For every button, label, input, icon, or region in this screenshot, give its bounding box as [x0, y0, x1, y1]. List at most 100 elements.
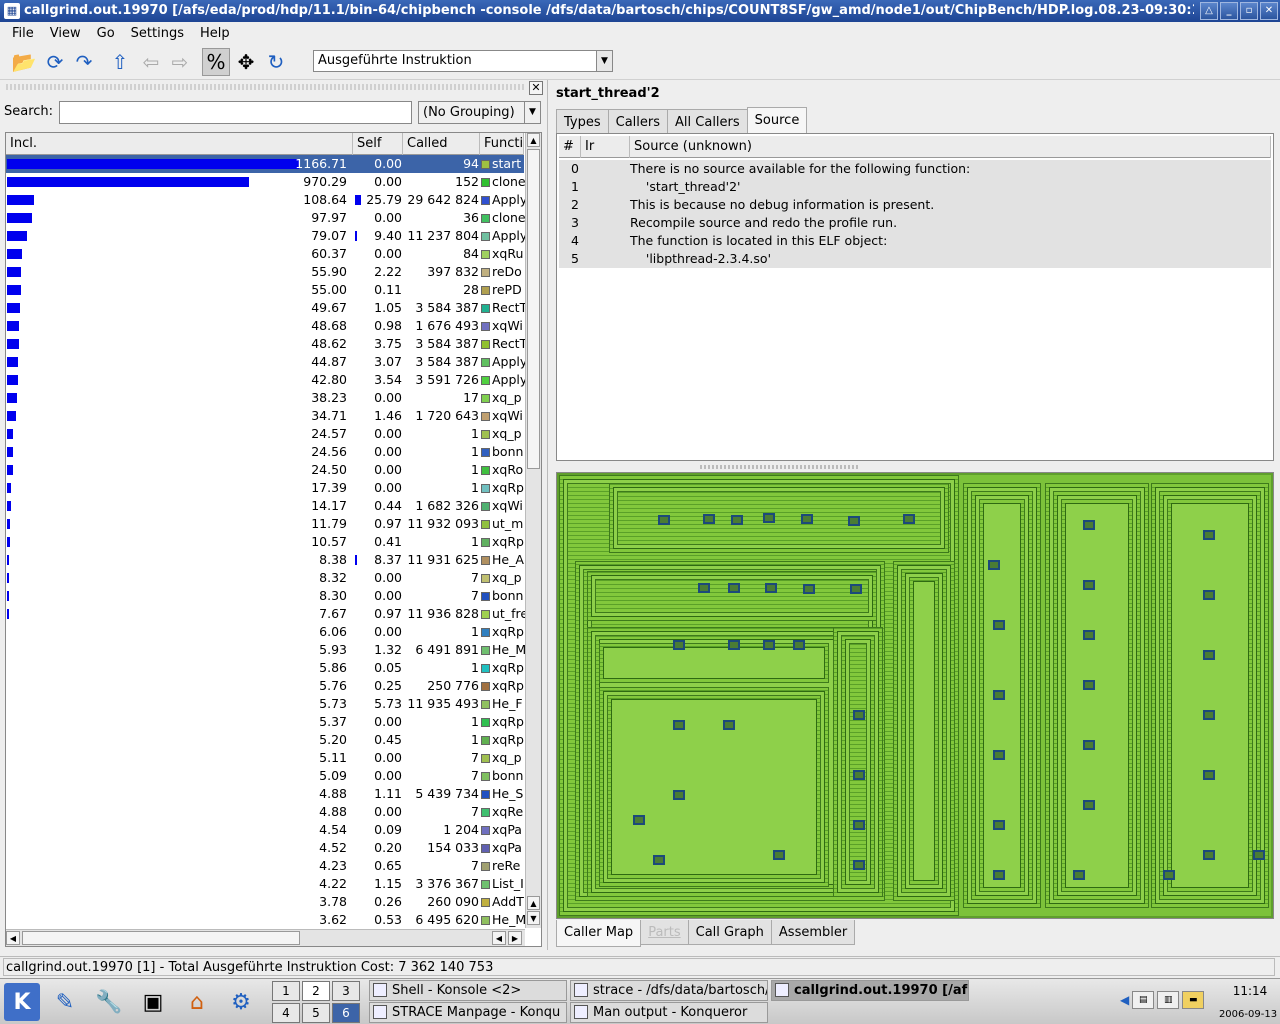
back-icon[interactable]: ⇦ [137, 48, 165, 76]
source-line[interactable]: 4 The function is located in this ELF obj… [559, 232, 1271, 250]
treemap-leaf[interactable] [773, 850, 785, 860]
table-row[interactable]: 10.57 0.41 1 xqRp [6, 533, 524, 551]
event-type-select[interactable]: Ausgeführte Instruktion ▼ [313, 50, 613, 72]
treemap-leaf[interactable] [853, 820, 865, 830]
table-row[interactable]: 8.30 0.00 7 bonn [6, 587, 524, 605]
table-row[interactable]: 5.37 0.00 1 xqRp [6, 713, 524, 731]
source-line[interactable]: 5 'libpthread-2.3.4.so' [559, 250, 1271, 268]
table-row[interactable]: 5.86 0.05 1 xqRp [6, 659, 524, 677]
table-row[interactable]: 24.57 0.00 1 xq_p [6, 425, 524, 443]
tab-all-callers[interactable]: All Callers [667, 109, 748, 134]
pen-icon[interactable]: ✎ [46, 983, 84, 1021]
table-row[interactable]: 79.07 9.40 11 237 804 Apply [6, 227, 525, 245]
minimize-button[interactable]: _ [1220, 2, 1238, 20]
forward-icon[interactable]: ⇨ [166, 48, 194, 76]
treemap-leaf[interactable] [723, 720, 735, 730]
treemap-leaf[interactable] [703, 514, 715, 524]
up-icon[interactable]: ⇧ [106, 48, 134, 76]
table-row[interactable]: 7.67 0.97 11 936 828 ut_fre [6, 605, 525, 623]
clipboard-icon[interactable]: ▤ [1132, 991, 1155, 1009]
table-row[interactable]: 1166.71 0.00 94 start [6, 155, 524, 173]
treemap-leaf[interactable] [1203, 770, 1215, 780]
menu-go[interactable]: Go [89, 26, 123, 41]
treemap-leaf[interactable] [1073, 870, 1085, 880]
dock-grip[interactable] [6, 84, 526, 90]
desktop-3[interactable]: 3 [332, 981, 360, 1001]
column-called[interactable]: Called [403, 133, 480, 155]
treemap-leaf[interactable] [853, 770, 865, 780]
table-row[interactable]: 6.06 0.00 1 xqRp [6, 623, 524, 641]
column-self[interactable]: Self [353, 133, 403, 155]
source-line[interactable]: 1 'start_thread'2' [559, 178, 1271, 196]
table-row[interactable]: 60.37 0.00 84 xqRu [6, 245, 524, 263]
scroll-thumb[interactable] [22, 931, 300, 945]
treemap-leaf[interactable] [1203, 850, 1215, 860]
treemap-leaf[interactable] [1253, 850, 1265, 860]
treemap-leaf[interactable] [853, 860, 865, 870]
table-row[interactable]: 24.50 0.00 1 xqRo [6, 461, 524, 479]
table-row[interactable]: 3.78 0.26 260 090 AddT [6, 893, 524, 911]
table-row[interactable]: 970.29 0.00 152 clone [6, 173, 525, 191]
menu-file[interactable]: File [4, 26, 42, 41]
maximize-button[interactable]: ▫ [1240, 2, 1258, 20]
menu-view[interactable]: View [42, 26, 89, 41]
treemap-leaf[interactable] [1203, 530, 1215, 540]
tab-callers[interactable]: Callers [607, 109, 669, 134]
table-row[interactable]: 4.52 0.20 154 033 xqPa [6, 839, 524, 857]
treemap-leaf[interactable] [1083, 630, 1095, 640]
treemap-leaf[interactable] [793, 640, 805, 650]
treemap-leaf[interactable] [653, 855, 665, 865]
treemap-cell[interactable] [1171, 503, 1249, 888]
source-line[interactable]: 2 This is because no debug information is… [559, 196, 1271, 214]
window-titlebar[interactable]: ▦ callgrind.out.19970 [/afs/eda/prod/hdp… [0, 0, 1280, 22]
treemap-leaf[interactable] [993, 690, 1005, 700]
treemap-leaf[interactable] [673, 640, 685, 650]
desktop-4[interactable]: 4 [272, 1003, 300, 1023]
grouping-select[interactable]: (No Grouping) ▼ [418, 101, 541, 124]
treemap-cell[interactable] [913, 581, 935, 881]
table-row[interactable]: 4.54 0.09 1 204 xqPa [6, 821, 524, 839]
horizontal-scrollbar[interactable]: ◀ ◀ ▶ [6, 929, 525, 946]
treemap-leaf[interactable] [993, 620, 1005, 630]
konqueror-icon[interactable]: ⚙ [222, 983, 260, 1021]
table-row[interactable]: 44.87 3.07 3 584 387 Apply [6, 353, 525, 371]
treemap-leaf[interactable] [1083, 800, 1095, 810]
tab-source[interactable]: Source [746, 107, 808, 134]
wrench-icon[interactable]: 🔧 [90, 983, 128, 1021]
menu-help[interactable]: Help [192, 26, 238, 41]
treemap-leaf[interactable] [1083, 580, 1095, 590]
scroll-up-icon[interactable]: ▲ [527, 133, 540, 147]
treemap-leaf[interactable] [1203, 650, 1215, 660]
chevron-down-icon[interactable]: ▼ [596, 51, 612, 71]
column-ir[interactable]: Ir [581, 136, 630, 158]
treemap-leaf[interactable] [993, 820, 1005, 830]
caller-map[interactable] [556, 472, 1274, 919]
desktop-2[interactable]: 2 [302, 981, 330, 1001]
task-callgrind[interactable]: callgrind.out.19970 [/afs/e [771, 980, 969, 1001]
clock[interactable]: 11:14 [1222, 983, 1278, 999]
table-row[interactable]: 8.38 8.37 11 931 625 He_A [6, 551, 524, 569]
table-row[interactable]: 5.73 5.73 11 935 493 He_F [6, 695, 524, 713]
table-row[interactable]: 17.39 0.00 1 xqRp [6, 479, 524, 497]
source-line[interactable]: 0 There is no source available for the fo… [559, 160, 1271, 178]
table-row[interactable]: 55.90 2.22 397 832 reDo [6, 263, 524, 281]
table-row[interactable]: 11.79 0.97 11 932 093 ut_m [6, 515, 524, 533]
task-konsole[interactable]: Shell - Konsole <2> [369, 980, 567, 1001]
table-row[interactable]: 97.97 0.00 36 clone [6, 209, 525, 227]
task-man-output[interactable]: Man output - Konqueror [570, 1002, 768, 1023]
desktop-1[interactable]: 1 [272, 981, 300, 1001]
table-row[interactable]: 8.32 0.00 7 xq_p [6, 569, 524, 587]
tab-assembler[interactable]: Assembler [770, 920, 856, 945]
tray-arrow-icon[interactable]: ◀ [1120, 993, 1129, 1007]
treemap-leaf[interactable] [803, 584, 815, 594]
treemap[interactable] [559, 475, 1271, 916]
treemap-leaf[interactable] [673, 790, 685, 800]
treemap-leaf[interactable] [988, 560, 1000, 570]
column-function[interactable]: Function [480, 133, 524, 155]
desktop-6[interactable]: 6 [332, 1003, 360, 1023]
scroll-down-icon[interactable]: ▼ [527, 911, 540, 925]
table-row[interactable]: 3.62 0.53 6 495 620 He_M [6, 911, 525, 929]
chevron-down-icon[interactable]: ▼ [524, 102, 540, 123]
treemap-leaf[interactable] [993, 750, 1005, 760]
home-icon[interactable]: ⌂ [178, 983, 216, 1021]
